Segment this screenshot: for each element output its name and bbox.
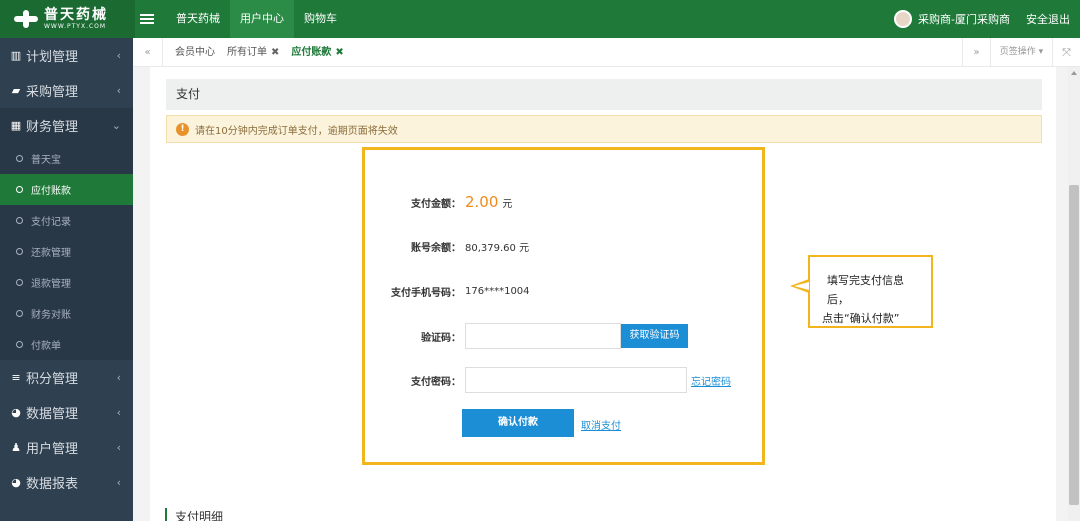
verification-code-input[interactable] (465, 323, 621, 349)
bar-chart-icon: ▥ (10, 48, 22, 62)
chevron-left-icon: ‹ (116, 441, 121, 454)
tabs-bar: « 会员中心 所有订单 ✖ 应付账款 ✖ » 页签操作 ▾ ⤧ (133, 38, 1080, 67)
submenu-item-reconciliation[interactable]: 财务对账 (0, 298, 133, 329)
logo-name: 普天药械 (44, 7, 108, 23)
warning-alert: ! 请在10分钟内完成订单支付，逾期页面将失效 (166, 115, 1042, 143)
payment-modal: 支付金额： 2.00 元 账号余额： 80,379.60 元 支付手机号码： 17… (362, 147, 765, 465)
database-icon: ≡ (11, 370, 21, 384)
pie-chart-icon: ◕ (11, 475, 21, 489)
chevron-down-icon: ⌄ (111, 119, 121, 132)
calculator-icon: ▦ (10, 118, 22, 132)
top-nav-putian[interactable]: 普天药械 (166, 0, 230, 38)
user-label: 采购商-厦门采购商 (918, 13, 1010, 26)
chevron-left-icon: ‹ (116, 371, 121, 384)
scrollbar[interactable] (1068, 67, 1080, 521)
logout-link[interactable]: 安全退出 (1026, 11, 1070, 27)
chevron-left-icon: ‹ (116, 49, 121, 62)
avatar (894, 10, 913, 28)
forgot-password-link[interactable]: 忘记密码 (691, 373, 731, 388)
tab-all-orders[interactable]: 所有订单 ✖ (221, 38, 285, 67)
submenu-item-putianbao[interactable]: 普天宝 (0, 143, 133, 174)
callout-pointer-inner (794, 282, 809, 290)
callout-line-2: 点击“确认付款” (822, 312, 900, 325)
circle-icon (16, 186, 23, 193)
close-icon[interactable]: ✖ (335, 38, 343, 67)
balance-value: 80,379.60 元 (465, 242, 530, 254)
circle-icon (16, 279, 23, 286)
circle-icon (16, 310, 23, 317)
pie-chart-icon: ◕ (11, 405, 21, 419)
logo[interactable]: 普天药械 WWW.PTYX.COM (0, 0, 135, 38)
page-title: 支付 (166, 79, 1042, 110)
callout-line-1: 填写完支付信息后， (827, 274, 904, 306)
warning-text: 请在10分钟内完成订单支付，逾期页面将失效 (195, 125, 398, 137)
expand-icon[interactable]: ⤧ (1052, 38, 1080, 67)
top-navbar: 普天药械 WWW.PTYX.COM 普天药械 用户中心 购物车 采购商-厦门采购… (0, 0, 1080, 38)
user-icon: ♟ (11, 440, 21, 454)
balance-row: 账号余额： 80,379.60 元 (365, 233, 762, 259)
sidebar-item-reports[interactable]: ◕ 数据报表 ‹ (0, 465, 133, 500)
briefcase-icon: ▰ (11, 83, 21, 97)
phone-label: 支付手机号码： (391, 287, 461, 299)
code-row: 验证码： 获取验证码 (365, 323, 762, 349)
submenu-item-refund[interactable]: 退款管理 (0, 267, 133, 298)
exclamation-icon: ! (176, 122, 189, 136)
submenu-item-payables[interactable]: 应付账款 (0, 174, 133, 205)
close-icon[interactable]: ✖ (271, 38, 279, 67)
tab-operations-dropdown[interactable]: 页签操作 ▾ (990, 38, 1052, 67)
payment-password-input[interactable] (465, 367, 687, 393)
amount-unit: 元 (502, 199, 513, 210)
menu-toggle-icon[interactable] (140, 10, 154, 28)
chevron-left-icon: ‹ (116, 406, 121, 419)
chevron-left-icon: ‹ (116, 476, 121, 489)
circle-icon (16, 217, 23, 224)
finance-submenu: 普天宝 应付账款 支付记录 还款管理 退款管理 财务对账 付款单 (0, 143, 133, 360)
top-nav: 普天药械 用户中心 购物车 (166, 0, 347, 38)
circle-icon (16, 155, 23, 162)
circle-icon (16, 248, 23, 255)
sidebar: ▥ 计划管理 ‹ ▰ 采购管理 ‹ ▦ 财务管理 ⌄ 普天宝 应付账款 支付记录… (0, 38, 133, 521)
circle-icon (16, 341, 23, 348)
scroll-up-icon[interactable] (1071, 71, 1077, 75)
phone-value: 176****1004 (465, 285, 530, 297)
chevron-left-icon: ‹ (116, 84, 121, 97)
amount-value: 2.00 (465, 193, 499, 211)
submenu-item-payment-slip[interactable]: 付款单 (0, 329, 133, 360)
password-label: 支付密码： (411, 376, 461, 388)
top-nav-user-center[interactable]: 用户中心 (230, 0, 294, 38)
confirm-payment-button[interactable]: 确认付款 (462, 409, 574, 437)
phone-row: 支付手机号码： 176****1004 (365, 278, 762, 304)
tab-payables[interactable]: 应付账款 ✖ (285, 38, 349, 67)
amount-row: 支付金额： 2.00 元 (365, 189, 762, 215)
section-title: 支付明细 (165, 508, 223, 521)
tab-member-center[interactable]: 会员中心 (169, 38, 221, 67)
user-menu[interactable]: 采购商-厦门采购商 (894, 10, 1010, 28)
cancel-payment-link[interactable]: 取消支付 (581, 417, 621, 432)
sidebar-item-finance[interactable]: ▦ 财务管理 ⌄ (0, 108, 133, 143)
amount-label: 支付金额： (411, 198, 461, 210)
sidebar-item-data[interactable]: ◕ 数据管理 ‹ (0, 395, 133, 430)
code-label: 验证码： (421, 332, 461, 344)
password-row: 支付密码： 忘记密码 (365, 367, 762, 393)
submenu-item-repayment[interactable]: 还款管理 (0, 236, 133, 267)
double-right-icon[interactable]: » (962, 38, 990, 67)
tip-callout: 填写完支付信息后， 点击“确认付款” (808, 255, 933, 328)
get-code-button[interactable]: 获取验证码 (621, 324, 688, 348)
scrollbar-thumb[interactable] (1069, 185, 1079, 505)
double-left-icon[interactable]: « (133, 38, 163, 67)
sidebar-item-points[interactable]: ≡ 积分管理 ‹ (0, 360, 133, 395)
logo-url: WWW.PTYX.COM (44, 23, 107, 30)
top-nav-cart[interactable]: 购物车 (294, 0, 347, 38)
sidebar-item-purchase[interactable]: ▰ 采购管理 ‹ (0, 73, 133, 108)
logo-cross-icon (14, 10, 38, 28)
balance-label: 账号余额： (411, 242, 461, 254)
submenu-item-payment-records[interactable]: 支付记录 (0, 205, 133, 236)
sidebar-item-plan[interactable]: ▥ 计划管理 ‹ (0, 38, 133, 73)
sidebar-item-users[interactable]: ♟ 用户管理 ‹ (0, 430, 133, 465)
